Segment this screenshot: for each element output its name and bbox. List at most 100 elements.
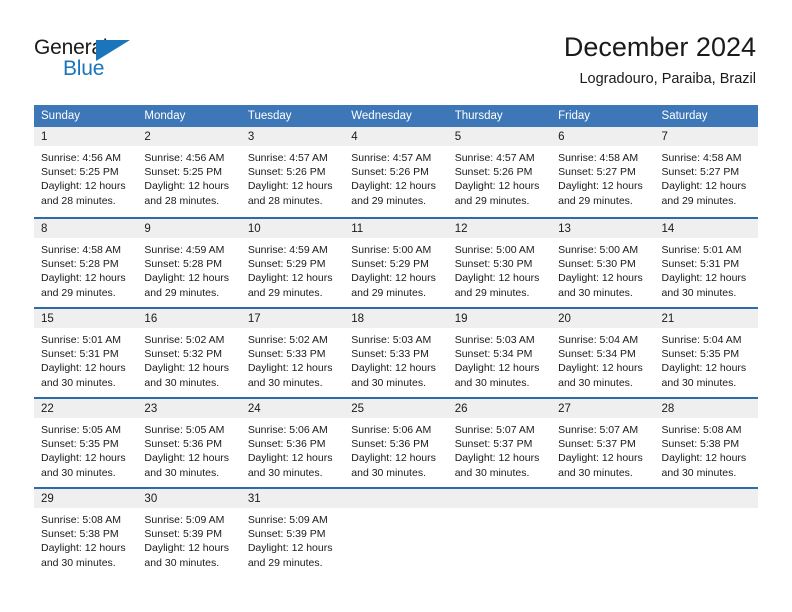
day-details: Sunrise: 5:01 AM Sunset: 5:31 PM Daylight:… — [655, 238, 758, 300]
calendar-day-empty — [447, 487, 552, 577]
sunrise-time: Sunrise: 5:05 AM — [41, 424, 121, 436]
sunrise-time: Sunrise: 5:00 AM — [454, 244, 535, 256]
sunset-time: Sunset: 5:27 PM — [558, 166, 636, 179]
day-number: 18 — [344, 309, 448, 328]
calendar-cell — [447, 487, 552, 577]
calendar-day[interactable]: 27 Sunrise: 5:07 AM Sunset: 5:37 PM Dayligh… — [551, 397, 655, 487]
sunset-time: Sunset: 5:39 PM — [247, 528, 326, 541]
daylight-duration: Daylight: 12 hours and 30 minutes. — [454, 452, 540, 479]
calendar-cell: 18 Sunrise: 5:03 AM Sunset: 5:33 PM Dayligh… — [344, 307, 448, 397]
day-number: 16 — [137, 309, 241, 328]
sunset-time: Sunset: 5:37 PM — [454, 438, 533, 451]
title-block: December 2024 Logradouro, Paraiba, Brazi… — [564, 30, 756, 90]
sunset-time: Sunset: 5:26 PM — [247, 166, 326, 179]
calendar-cell: 14 Sunrise: 5:01 AM Sunset: 5:31 PM Dayligh… — [654, 217, 758, 307]
daylight-duration: Daylight: 12 hours and 30 minutes. — [41, 542, 126, 569]
calendar-cell: 6 Sunrise: 4:58 AM Sunset: 5:27 PM Daylight… — [551, 127, 655, 217]
calendar-cell: 19 Sunrise: 5:03 AM Sunset: 5:34 PM Dayligh… — [447, 307, 552, 397]
weekday-header-tuesday: Tuesday — [240, 105, 345, 127]
day-number: 21 — [654, 309, 758, 328]
sunset-time: Sunset: 5:35 PM — [661, 348, 740, 361]
daylight-duration: Daylight: 12 hours and 28 minutes. — [144, 180, 230, 207]
day-number — [344, 489, 448, 508]
sunset-time: Sunset: 5:34 PM — [454, 348, 533, 361]
calendar-day[interactable]: 17 Sunrise: 5:02 AM Sunset: 5:33 PM Dayligh… — [240, 307, 345, 397]
page-title: December 2024 — [563, 32, 756, 62]
weekday-header-wednesday: Wednesday — [344, 105, 448, 127]
day-number: 23 — [137, 399, 241, 418]
calendar-day[interactable]: 4 Sunrise: 4:57 AM Sunset: 5:26 PM Daylight… — [344, 127, 448, 217]
calendar-day[interactable]: 31 Sunrise: 5:09 AM Sunset: 5:39 PM Dayligh… — [240, 487, 345, 577]
calendar-day[interactable]: 2 Sunrise: 4:56 AM Sunset: 5:25 PM Daylight… — [137, 127, 241, 217]
daylight-duration: Daylight: 12 hours and 29 minutes. — [247, 272, 333, 299]
calendar-day[interactable]: 9 Sunrise: 4:59 AM Sunset: 5:28 PM Daylight… — [137, 217, 241, 307]
sunset-time: Sunset: 5:39 PM — [144, 528, 223, 541]
calendar-day[interactable]: 29 Sunrise: 5:08 AM Sunset: 5:38 PM Dayligh… — [34, 487, 138, 577]
calendar-week-row: 29 Sunrise: 5:08 AM Sunset: 5:38 PM Dayligh… — [34, 487, 758, 577]
sunrise-time: Sunrise: 4:56 AM — [41, 152, 121, 164]
day-number: 5 — [447, 127, 552, 146]
calendar-day[interactable]: 3 Sunrise: 4:57 AM Sunset: 5:26 PM Daylight… — [240, 127, 345, 217]
calendar-day[interactable]: 13 Sunrise: 5:00 AM Sunset: 5:30 PM Dayligh… — [551, 217, 655, 307]
calendar-day[interactable]: 30 Sunrise: 5:09 AM Sunset: 5:39 PM Dayligh… — [137, 487, 241, 577]
day-details: Sunrise: 5:05 AM Sunset: 5:36 PM Daylight:… — [137, 418, 240, 480]
calendar-day-empty — [344, 487, 448, 577]
daylight-duration: Daylight: 12 hours and 29 minutes. — [454, 272, 540, 299]
sunrise-time: Sunrise: 5:06 AM — [351, 424, 432, 436]
calendar-day[interactable]: 18 Sunrise: 5:03 AM Sunset: 5:33 PM Dayligh… — [344, 307, 448, 397]
day-number — [654, 489, 758, 508]
calendar-day[interactable]: 7 Sunrise: 4:58 AM Sunset: 5:27 PM Daylight… — [654, 127, 758, 217]
calendar-day[interactable]: 14 Sunrise: 5:01 AM Sunset: 5:31 PM Dayligh… — [654, 217, 758, 307]
general-blue-logo[interactable]: General Blue — [34, 36, 154, 88]
sunset-time: Sunset: 5:35 PM — [41, 438, 119, 451]
sunrise-time: Sunrise: 5:01 AM — [41, 334, 121, 346]
calendar-day[interactable]: 20 Sunrise: 5:04 AM Sunset: 5:34 PM Dayligh… — [551, 307, 655, 397]
calendar-day[interactable]: 21 Sunrise: 5:04 AM Sunset: 5:35 PM Dayligh… — [654, 307, 758, 397]
calendar-cell — [654, 487, 758, 577]
sunrise-time: Sunrise: 5:02 AM — [247, 334, 328, 346]
daylight-duration: Daylight: 12 hours and 30 minutes. — [351, 362, 436, 389]
calendar-day[interactable]: 19 Sunrise: 5:03 AM Sunset: 5:34 PM Dayligh… — [447, 307, 552, 397]
calendar-cell: 7 Sunrise: 4:58 AM Sunset: 5:27 PM Daylight… — [654, 127, 758, 217]
calendar-day-empty — [551, 487, 655, 577]
daylight-duration: Daylight: 12 hours and 29 minutes. — [351, 272, 436, 299]
sunset-time: Sunset: 5:29 PM — [247, 258, 326, 271]
calendar-day[interactable]: 11 Sunrise: 5:00 AM Sunset: 5:29 PM Dayligh… — [344, 217, 448, 307]
sunset-time: Sunset: 5:36 PM — [247, 438, 326, 451]
calendar-day[interactable]: 12 Sunrise: 5:00 AM Sunset: 5:30 PM Dayligh… — [447, 217, 552, 307]
sunrise-time: Sunrise: 4:59 AM — [144, 244, 225, 256]
day-number: 30 — [137, 489, 241, 508]
calendar-day[interactable]: 28 Sunrise: 5:08 AM Sunset: 5:38 PM Dayligh… — [654, 397, 758, 487]
calendar-day[interactable]: 8 Sunrise: 4:58 AM Sunset: 5:28 PM Daylight… — [34, 217, 138, 307]
calendar-day[interactable]: 22 Sunrise: 5:05 AM Sunset: 5:35 PM Dayligh… — [34, 397, 138, 487]
daylight-duration: Daylight: 12 hours and 30 minutes. — [247, 452, 333, 479]
day-number: 25 — [344, 399, 448, 418]
sunrise-time: Sunrise: 5:07 AM — [454, 424, 535, 436]
calendar-day[interactable]: 15 Sunrise: 5:01 AM Sunset: 5:31 PM Dayligh… — [34, 307, 138, 397]
daylight-duration: Daylight: 12 hours and 30 minutes. — [454, 362, 540, 389]
empty-day-body — [447, 508, 552, 576]
calendar-day[interactable]: 24 Sunrise: 5:06 AM Sunset: 5:36 PM Dayligh… — [240, 397, 345, 487]
sunset-time: Sunset: 5:30 PM — [454, 258, 533, 271]
calendar-day[interactable]: 16 Sunrise: 5:02 AM Sunset: 5:32 PM Dayligh… — [137, 307, 241, 397]
sunset-time: Sunset: 5:38 PM — [41, 528, 119, 541]
day-number: 9 — [137, 219, 241, 238]
calendar-day[interactable]: 23 Sunrise: 5:05 AM Sunset: 5:36 PM Dayligh… — [137, 397, 241, 487]
day-number: 4 — [344, 127, 448, 146]
calendar-body: 1 Sunrise: 4:56 AM Sunset: 5:25 PM Daylight… — [34, 127, 758, 577]
calendar-day[interactable]: 10 Sunrise: 4:59 AM Sunset: 5:29 PM Dayligh… — [240, 217, 345, 307]
sunrise-time: Sunrise: 5:08 AM — [41, 514, 121, 526]
calendar-week-row: 8 Sunrise: 4:58 AM Sunset: 5:28 PM Daylight… — [34, 217, 758, 307]
calendar-day[interactable]: 1 Sunrise: 4:56 AM Sunset: 5:25 PM Daylight… — [34, 127, 138, 217]
calendar-day[interactable]: 25 Sunrise: 5:06 AM Sunset: 5:36 PM Dayligh… — [344, 397, 448, 487]
calendar-day[interactable]: 6 Sunrise: 4:58 AM Sunset: 5:27 PM Daylight… — [551, 127, 655, 217]
calendar-cell: 11 Sunrise: 5:00 AM Sunset: 5:29 PM Dayligh… — [344, 217, 448, 307]
sunset-time: Sunset: 5:38 PM — [661, 438, 740, 451]
calendar-day[interactable]: 26 Sunrise: 5:07 AM Sunset: 5:37 PM Dayligh… — [447, 397, 552, 487]
day-details: Sunrise: 4:59 AM Sunset: 5:28 PM Daylight:… — [137, 238, 240, 300]
calendar-day[interactable]: 5 Sunrise: 4:57 AM Sunset: 5:26 PM Daylight… — [447, 127, 552, 217]
day-details: Sunrise: 5:06 AM Sunset: 5:36 PM Daylight:… — [241, 418, 344, 480]
sunrise-time: Sunrise: 4:57 AM — [247, 152, 328, 164]
day-details: Sunrise: 4:56 AM Sunset: 5:25 PM Daylight:… — [137, 146, 240, 208]
daylight-duration: Daylight: 12 hours and 30 minutes. — [144, 452, 230, 479]
